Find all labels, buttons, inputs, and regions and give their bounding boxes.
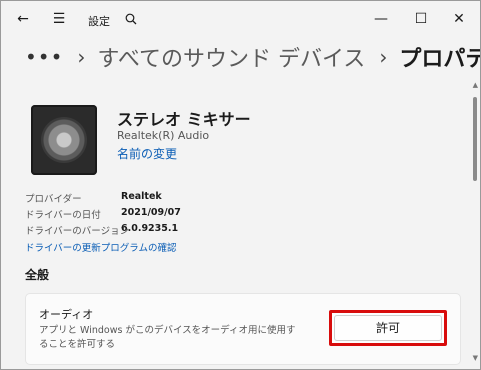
breadcrumb-chevron-icon: › [77,45,86,69]
speaker-icon [31,105,97,175]
vertical-scrollbar[interactable]: ▲ ▼ [470,79,480,369]
hamburger-icon[interactable]: ☰ [47,7,71,31]
breadcrumb-chevron-icon: › [379,45,388,69]
breadcrumb-more-button[interactable]: ••• [25,45,63,69]
property-label: ドライバーの日付 [25,210,101,221]
scroll-down-arrow-icon[interactable]: ▼ [473,354,478,362]
property-value: 6.0.9235.1 [121,223,179,234]
allow-button-label: 許可 [375,321,400,335]
device-subtitle: Realtek(R) Audio [117,129,210,142]
card-title: オーディオ [39,308,94,321]
speaker-cone [41,117,87,163]
property-value: Realtek [121,191,162,202]
maximize-button[interactable]: ☐ [406,7,436,31]
breadcrumb-item-all-sound-devices[interactable]: すべてのサウンド デバイス [97,41,365,73]
property-label: プロバイダー [25,194,82,205]
title-bar: ← ☰ 設定 — ☐ ✕ [1,1,480,37]
close-button[interactable]: ✕ [444,7,474,31]
app-title: 設定 [88,15,110,28]
scroll-thumb[interactable] [473,97,477,181]
rename-link[interactable]: 名前の変更 [117,145,177,162]
property-label: ドライバーのバージョン [25,226,130,237]
search-icon[interactable] [119,7,143,31]
page-title: プロパティ [399,47,480,72]
minimize-button[interactable]: — [366,7,396,31]
breadcrumb: ••• › すべてのサウンド デバイス › プロパティ [25,39,480,75]
device-name: ステレオ ミキサー [117,110,251,129]
card-description: アプリと Windows がこのデバイスをオーディオ用に使用することを許可する [39,325,296,350]
allow-button[interactable]: 許可 [329,310,447,346]
scroll-up-arrow-icon[interactable]: ▲ [473,81,478,89]
back-arrow-icon[interactable]: ← [11,7,35,31]
driver-update-link[interactable]: ドライバーの更新プログラムの確認 [25,240,177,254]
settings-window: ← ☰ 設定 — ☐ ✕ ••• › すべてのサウンド デバイス › プロパティ… [0,0,481,370]
audio-setting-card: オーディオ アプリと Windows がこのデバイスをオーディオ用に使用すること… [25,293,461,365]
section-title-general: 全般 [25,268,50,282]
property-value: 2021/09/07 [121,207,181,218]
